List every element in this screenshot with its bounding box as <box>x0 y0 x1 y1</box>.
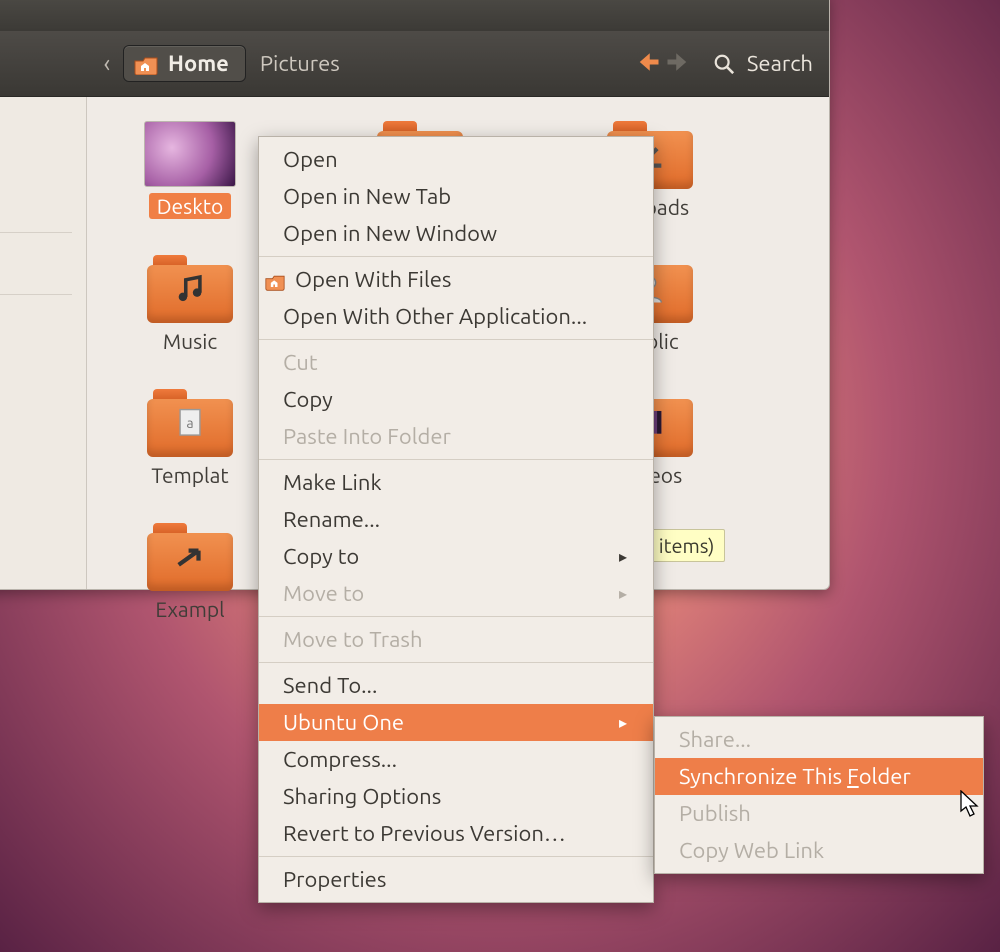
nav-back-icon[interactable] <box>629 47 663 81</box>
menu-item[interactable]: Rename... <box>259 501 653 538</box>
sidebar-item[interactable]: loads <box>0 181 86 222</box>
menu-item[interactable]: Copy <box>259 381 653 418</box>
window-title[interactable]: ome <box>0 0 829 31</box>
cursor-icon <box>960 790 980 818</box>
home-folder-icon <box>134 53 158 75</box>
path-back-caret-icon[interactable]: ‹ <box>91 50 123 77</box>
submenu-item[interactable]: Synchronize This Folder <box>655 758 983 795</box>
search-label: Search <box>747 51 813 76</box>
folder-icon <box>147 523 233 591</box>
desktop-thumbnail <box>144 121 236 187</box>
menu-item-label: Sharing Options <box>283 784 441 809</box>
menu-item-label: Make Link <box>283 470 382 495</box>
sidebar-item[interactable]: u One <box>0 346 86 387</box>
menu-item: Move to ▸ <box>259 575 653 612</box>
menu-item: Move to Trash <box>259 621 653 658</box>
submenu-item: Publish <box>655 795 983 832</box>
search-icon <box>713 53 735 75</box>
menu-item[interactable]: Open <box>259 141 653 178</box>
music-emblem-icon <box>173 271 207 305</box>
sidebar-item[interactable]: op <box>0 99 86 140</box>
menu-item-label: Revert to Previous Version… <box>283 821 566 846</box>
menu-item[interactable]: Revert to Previous Version… <box>259 815 653 852</box>
menu-item-label: Send To... <box>283 673 377 698</box>
link-emblem-icon <box>173 539 207 573</box>
menu-item[interactable]: Open in New Window <box>259 215 653 252</box>
folder-item[interactable]: a Templat <box>115 389 265 487</box>
folder-item[interactable]: Music <box>115 255 265 353</box>
submenu-item-label: Copy Web Link <box>679 838 824 863</box>
submenu-item: Copy Web Link <box>655 832 983 869</box>
menu-item-label: Rename... <box>283 507 380 532</box>
sidebar-item[interactable]: ates <box>0 305 86 346</box>
menu-item: Cut <box>259 344 653 381</box>
folder-icon: a <box>147 389 233 457</box>
sidebar-item[interactable]: es <box>0 243 86 284</box>
menu-item-label: Ubuntu One <box>283 710 404 735</box>
submenu-arrow-icon: ▸ <box>619 713 627 732</box>
submenu-arrow-icon: ▸ <box>619 584 627 603</box>
submenu-item: Share... <box>655 721 983 758</box>
sidebar-item[interactable]: s <box>0 387 86 428</box>
menu-item[interactable]: Sharing Options <box>259 778 653 815</box>
menu-item-label: Copy <box>283 387 333 412</box>
breadcrumb-home-button[interactable]: Home <box>123 45 246 82</box>
sidebar-item[interactable]: nents <box>0 140 86 181</box>
menu-item-label: Compress... <box>283 747 397 772</box>
menu-item[interactable]: Make Link <box>259 464 653 501</box>
menu-item: Paste Into Folder <box>259 418 653 455</box>
folder-label: Exampl <box>115 597 265 621</box>
sidebar-item[interactable]: tem <box>0 428 86 469</box>
folder-icon <box>147 255 233 323</box>
submenu-item-label: Share... <box>679 727 751 752</box>
menu-item-label: Paste Into Folder <box>283 424 451 449</box>
folder-item[interactable]: Exampl <box>115 523 265 621</box>
menu-item-label: Cut <box>283 350 318 375</box>
doc-emblem-icon: a <box>173 405 207 439</box>
context-submenu: Share... Synchronize This Folder Publish Co… <box>654 716 984 874</box>
menu-item[interactable]: Open in New Tab <box>259 178 653 215</box>
breadcrumb-pictures[interactable]: Pictures <box>260 51 340 76</box>
menu-item-label: Open With Other Application... <box>283 304 587 329</box>
submenu-arrow-icon: ▸ <box>619 547 627 566</box>
folder-label: Deskto <box>149 193 232 219</box>
menu-item[interactable]: Ubuntu One ▸ <box>259 704 653 741</box>
menu-item-label: Open in New Tab <box>283 184 451 209</box>
menu-item-label: Open With Files <box>295 267 451 292</box>
submenu-item-label: Publish <box>679 801 751 826</box>
nav-forward-icon <box>663 47 697 81</box>
breadcrumb-home-label: Home <box>168 51 229 76</box>
menu-item-label: Copy to <box>283 544 359 569</box>
svg-text:a: a <box>186 415 193 431</box>
folder-label: Music <box>115 329 265 353</box>
menu-item-label: Open <box>283 147 338 172</box>
submenu-item-label: Synchronize This Folder <box>679 764 911 789</box>
menu-item[interactable]: Open With Files <box>259 261 653 298</box>
menu-item-label: Move to <box>283 581 364 606</box>
menu-item[interactable]: Send To... <box>259 667 653 704</box>
folder-label: Templat <box>115 463 265 487</box>
menu-item[interactable]: Open With Other Application... <box>259 298 653 335</box>
folder-item[interactable]: Deskto <box>115 121 265 219</box>
menu-item-label: Open in New Window <box>283 221 497 246</box>
toolbar: ‹ Home Pictures Search <box>0 31 829 97</box>
menu-item[interactable]: Copy to ▸ <box>259 538 653 575</box>
menu-item[interactable]: Properties <box>259 861 653 898</box>
menu-item-label: Properties <box>283 867 386 892</box>
sidebar: op nents loads es ates u One s tem <box>0 97 87 589</box>
files-app-icon <box>265 271 285 289</box>
menu-item-label: Move to Trash <box>283 627 423 652</box>
menu-item[interactable]: Compress... <box>259 741 653 778</box>
context-menu: Open Open in New Tab Open in New Window Ope… <box>258 136 654 903</box>
search-button[interactable]: Search <box>713 51 813 76</box>
